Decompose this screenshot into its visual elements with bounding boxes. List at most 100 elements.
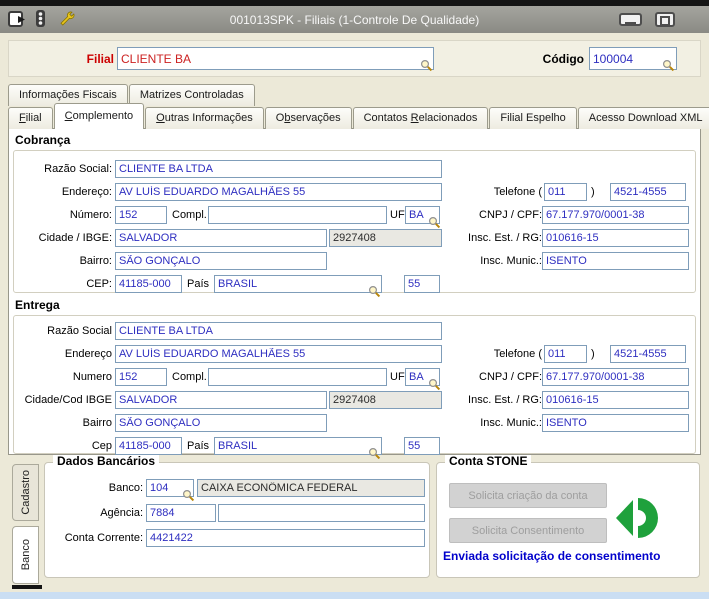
agencia-input[interactable]: [146, 504, 216, 522]
tab-filial-espelho[interactable]: Filial Espelho: [489, 107, 577, 129]
cob-insc-est-label: Insc. Est. / RG:: [468, 232, 542, 244]
tab-matrizes-controladas[interactable]: Matrizes Controladas: [128, 84, 255, 106]
ent-numero-input[interactable]: [115, 368, 167, 386]
conta-stone-group: Conta STONE Solicita criação da conta So…: [436, 454, 700, 578]
tab-observacoes[interactable]: Observações: [264, 107, 352, 129]
ent-endereco-label: Endereço: [64, 348, 112, 360]
ent-pais-input[interactable]: [214, 437, 382, 455]
cobranca-title: Cobrança: [15, 133, 71, 147]
cob-cep-input[interactable]: [115, 275, 182, 293]
minimize-button[interactable]: [619, 13, 642, 26]
solicita-consentimento-button[interactable]: Solicita Consentimento: [449, 518, 607, 543]
conta-corrente-label: Conta Corrente:: [64, 532, 143, 544]
cob-telefone-ddd-input[interactable]: [544, 183, 587, 201]
cob-cidade-label: Cidade / IBGE:: [38, 232, 112, 244]
dados-bancarios-group: Dados Bancários Banco: Agência: Conta Co…: [44, 454, 430, 578]
tabrow-detail: Filial Complemento Outras Informações Ob…: [8, 103, 709, 129]
cob-telefone-close: ): [591, 186, 595, 198]
cobranca-group: Razão Social: Endereço: Telefone ( ) Núm…: [13, 150, 696, 298]
lookup-icon[interactable]: [662, 59, 675, 72]
banco-nome-field: [197, 479, 425, 497]
ent-telefone-num-input[interactable]: [610, 345, 686, 363]
lookup-icon[interactable]: [368, 447, 381, 460]
ent-bairro-label: Bairro: [82, 417, 112, 429]
complemento-tab-page: Cobrança Razão Social: Endereço: Telefon…: [8, 128, 701, 460]
cob-insc-mun-input[interactable]: [542, 252, 689, 270]
cob-pais-input[interactable]: [214, 275, 382, 293]
ent-cep-label: Cep: [91, 440, 112, 452]
stone-status-text: Enviada solicitação de consentimento: [443, 549, 661, 563]
cob-compl-label: Compl.: [172, 209, 207, 221]
solicita-criacao-button[interactable]: Solicita criação da conta: [449, 483, 607, 508]
ent-insc-est-input[interactable]: [542, 391, 689, 409]
tab-filial[interactable]: Filial: [8, 107, 53, 129]
filial-label: Filial: [86, 52, 114, 66]
cob-bairro-input[interactable]: [115, 252, 327, 270]
window-bottom-edge: [0, 592, 709, 599]
cob-endereco-input[interactable]: [115, 183, 442, 201]
ent-insc-mun-input[interactable]: [542, 414, 689, 432]
conta-corrente-input[interactable]: [146, 529, 425, 547]
ent-cep-input[interactable]: [115, 437, 182, 455]
cob-insc-mun-label: Insc. Munic.:: [480, 255, 542, 267]
lookup-icon[interactable]: [428, 216, 441, 229]
header-panel: Filial Código: [8, 40, 701, 77]
app-window: 001013SPK - Filiais (1-Controle De Quali…: [0, 0, 709, 599]
ent-razao-input[interactable]: [115, 322, 442, 340]
cob-cidade-input[interactable]: [115, 229, 327, 247]
cob-insc-est-input[interactable]: [542, 229, 689, 247]
dados-bancarios-title: Dados Bancários: [53, 454, 160, 468]
entrega-group: Razão Social Endereço Telefone ( ) Numer…: [13, 315, 696, 460]
active-tab-marker: [12, 585, 42, 589]
cob-pais-label: País: [187, 278, 210, 290]
tab-contatos-relacionados[interactable]: Contatos Relacionados: [352, 107, 489, 129]
ent-bairro-input[interactable]: [115, 414, 327, 432]
cob-cnpj-input[interactable]: [542, 206, 689, 224]
lookup-icon[interactable]: [368, 285, 381, 298]
conta-stone-title: Conta STONE: [445, 454, 532, 468]
ent-cidade-label: Cidade/Cod IBGE: [24, 394, 112, 406]
lookup-icon[interactable]: [428, 378, 441, 391]
ent-telefone-label: Telefone (: [493, 348, 542, 360]
codigo-label: Código: [542, 52, 584, 66]
cob-pais-cod-input[interactable]: [404, 275, 440, 293]
cob-compl-input[interactable]: [208, 206, 387, 224]
cob-razao-input[interactable]: [115, 160, 442, 178]
cob-telefone-num-input[interactable]: [610, 183, 686, 201]
tab-outras-informacoes[interactable]: Outras Informações: [145, 107, 264, 129]
ent-pais-label: País: [187, 440, 210, 452]
filial-input[interactable]: [117, 47, 434, 70]
side-tab-banco[interactable]: Banco: [12, 526, 39, 584]
ent-compl-input[interactable]: [208, 368, 387, 386]
stone-logo-icon: [613, 493, 661, 548]
ent-cidade-input[interactable]: [115, 391, 327, 409]
ent-razao-label: Razão Social: [47, 325, 112, 337]
agencia-extra-input[interactable]: [218, 504, 425, 522]
side-tab-cadastro[interactable]: Cadastro: [12, 464, 39, 521]
ent-pais-cod-input[interactable]: [404, 437, 440, 455]
tab-acesso-download-xml[interactable]: Acesso Download XML: [577, 107, 709, 129]
maximize-button[interactable]: [655, 12, 675, 27]
cob-cep-label: CEP:: [86, 278, 112, 290]
entrega-title: Entrega: [15, 298, 60, 312]
ent-compl-label: Compl.: [172, 371, 207, 383]
ent-insc-mun-label: Insc. Munic.:: [480, 417, 542, 429]
ent-telefone-close: ): [591, 348, 595, 360]
cob-bairro-label: Bairro:: [79, 255, 112, 267]
lookup-icon[interactable]: [182, 489, 195, 502]
ent-cnpj-input[interactable]: [542, 368, 689, 386]
cob-numero-input[interactable]: [115, 206, 167, 224]
ent-telefone-ddd-input[interactable]: [544, 345, 587, 363]
cob-razao-label: Razão Social:: [44, 163, 112, 175]
banco-label: Banco:: [108, 482, 143, 494]
cob-endereco-label: Endereço:: [61, 186, 112, 198]
ent-uf-label: UF: [390, 371, 405, 383]
tab-complemento[interactable]: Complemento: [53, 103, 145, 129]
window-title: 001013SPK - Filiais (1-Controle De Quali…: [229, 13, 480, 27]
cob-uf-label: UF: [390, 209, 405, 221]
cob-numero-label: Número:: [69, 209, 112, 221]
ent-endereco-input[interactable]: [115, 345, 442, 363]
lookup-icon[interactable]: [420, 59, 433, 72]
ent-insc-est-label: Insc. Est. / RG:: [468, 394, 542, 406]
cob-telefone-label: Telefone (: [493, 186, 542, 198]
